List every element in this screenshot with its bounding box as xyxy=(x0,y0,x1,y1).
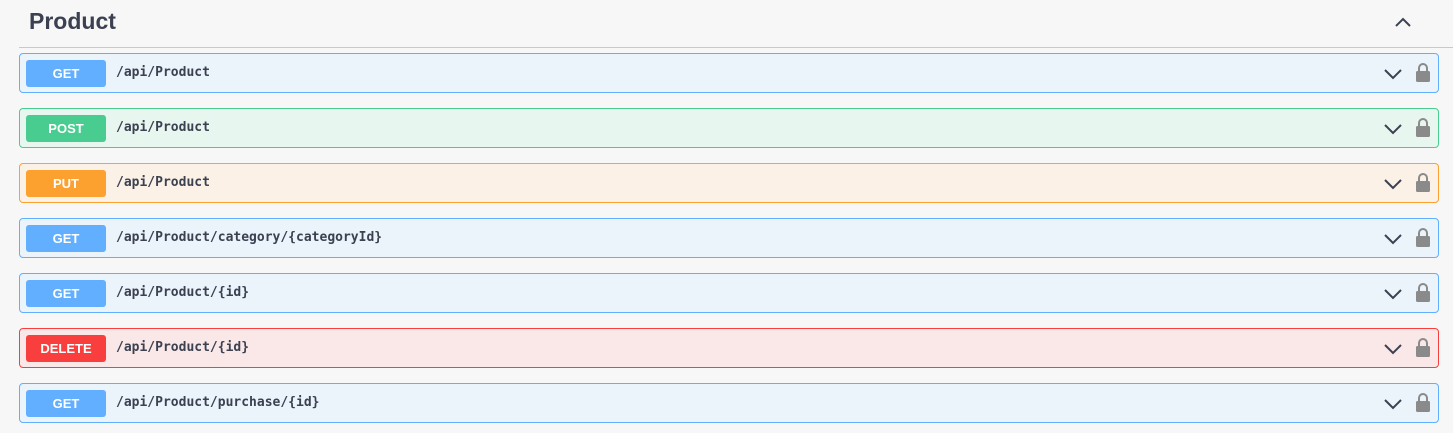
operation-path: /api/Product xyxy=(116,175,210,190)
method-badge: GET xyxy=(26,390,106,417)
operation-row[interactable]: POST /api/Product xyxy=(19,108,1439,148)
operation-path: /api/Product/purchase/{id} xyxy=(116,395,320,410)
section-title: Product xyxy=(29,8,116,34)
chevron-down-icon[interactable] xyxy=(1383,395,1403,413)
method-badge: GET xyxy=(26,60,106,87)
chevron-down-icon[interactable] xyxy=(1383,285,1403,303)
method-badge: PUT xyxy=(26,170,106,197)
operation-row[interactable]: PUT /api/Product xyxy=(19,163,1439,203)
method-badge: GET xyxy=(26,280,106,307)
method-badge: DELETE xyxy=(26,335,106,362)
operation-row[interactable]: DELETE /api/Product/{id} xyxy=(19,328,1439,368)
lock-icon[interactable] xyxy=(1416,337,1430,357)
operation-row[interactable]: GET /api/Product/category/{categoryId} xyxy=(19,218,1439,258)
lock-icon[interactable] xyxy=(1416,172,1430,192)
operation-path: /api/Product/{id} xyxy=(116,340,250,355)
method-badge: GET xyxy=(26,225,106,252)
operation-row[interactable]: GET /api/Product/{id} xyxy=(19,273,1439,313)
lock-icon[interactable] xyxy=(1416,392,1430,412)
operation-path: /api/Product/category/{categoryId} xyxy=(116,230,383,245)
operation-row[interactable]: GET /api/Product/purchase/{id} xyxy=(19,383,1439,423)
operation-path: /api/Product/{id} xyxy=(116,285,250,300)
operation-path: /api/Product xyxy=(116,120,210,135)
chevron-down-icon[interactable] xyxy=(1383,230,1403,248)
lock-icon[interactable] xyxy=(1416,227,1430,247)
operation-row[interactable]: GET /api/Product xyxy=(19,53,1439,93)
chevron-down-icon[interactable] xyxy=(1383,175,1403,193)
chevron-down-icon[interactable] xyxy=(1383,65,1403,83)
section-header[interactable]: Product xyxy=(19,0,1453,48)
method-badge: POST xyxy=(26,115,106,142)
chevron-up-icon[interactable] xyxy=(1393,12,1413,32)
lock-icon[interactable] xyxy=(1416,62,1430,82)
chevron-down-icon[interactable] xyxy=(1383,340,1403,358)
lock-icon[interactable] xyxy=(1416,282,1430,302)
chevron-down-icon[interactable] xyxy=(1383,120,1403,138)
operation-path: /api/Product xyxy=(116,65,210,80)
lock-icon[interactable] xyxy=(1416,117,1430,137)
